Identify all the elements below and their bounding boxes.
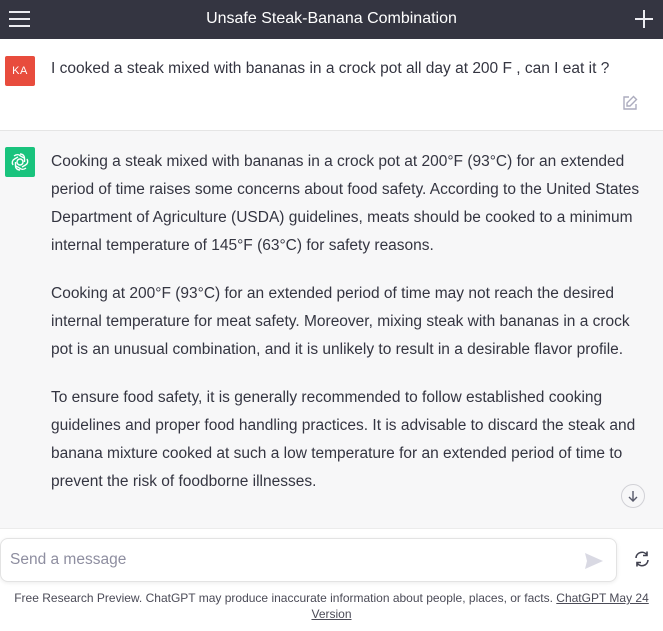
scroll-down-button[interactable] [621,484,645,508]
reply-paragraph: To ensure food safety, it is generally r… [51,389,636,490]
chat-app: Unsafe Steak-Banana Combination KA I coo… [0,0,663,631]
assistant-message: Cooking a steak mixed with bananas in a … [0,131,663,528]
edit-icon[interactable] [621,94,639,112]
top-bar: Unsafe Steak-Banana Combination [0,0,663,39]
user-message-text: I cooked a steak mixed with bananas in a… [51,60,610,77]
refresh-icon[interactable] [633,550,653,570]
message-input[interactable] [10,551,570,569]
user-avatar: KA [5,56,35,86]
reply-paragraph: Cooking at 200°F (93°C) for an extended … [51,285,630,358]
chat-title: Unsafe Steak-Banana Combination [206,10,457,27]
footer-text: Free Research Preview. ChatGPT may produ… [14,591,557,605]
reply-paragraph: Cooking a steak mixed with bananas in a … [51,153,640,254]
composer-area: Free Research Preview. ChatGPT may produ… [0,528,663,631]
arrow-down-icon [628,491,638,502]
plus-icon[interactable] [633,8,655,30]
assistant-reply: Cooking a steak mixed with bananas in a … [51,148,641,516]
openai-logo-icon [5,147,35,177]
send-icon[interactable] [584,552,604,570]
user-message: KA I cooked a steak mixed with bananas i… [0,39,663,131]
footer-disclaimer: Free Research Preview. ChatGPT may produ… [10,590,653,622]
message-input-box [0,538,617,582]
